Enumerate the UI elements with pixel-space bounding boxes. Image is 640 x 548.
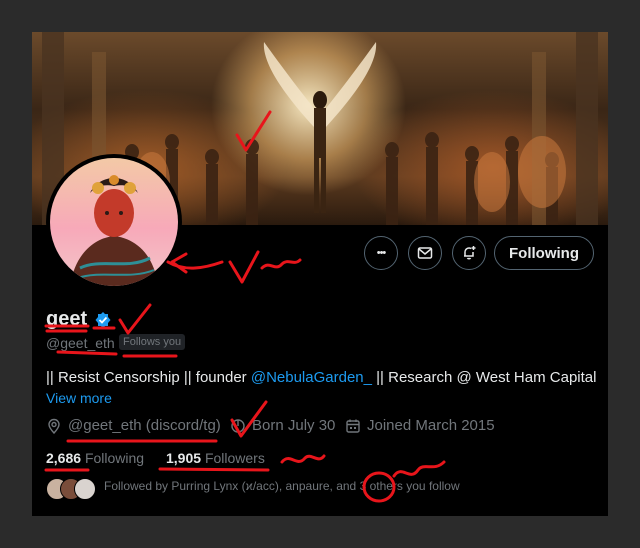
bio-text-suffix: || Research @ West Ham Capital	[371, 369, 597, 386]
bell-plus-icon	[464, 246, 476, 260]
followers-stat-link[interactable]: 1,905 Followers	[166, 450, 265, 466]
bio-mention-link[interactable]: @NebulaGarden_	[251, 369, 372, 386]
following-stat-link[interactable]: 2,686 Following	[46, 450, 144, 466]
joined-item: Joined March 2015	[345, 417, 495, 434]
notify-button[interactable]	[452, 236, 486, 270]
followed-by-link[interactable]: Followed by Purring Lynx (ϰ/acc), anpaur…	[104, 479, 460, 493]
following-count: 2,686	[46, 450, 82, 466]
birthday-item: Born July 30	[230, 417, 335, 434]
location-item: @geet_eth (discord/tg)	[46, 417, 221, 434]
more-icon: •••	[376, 247, 387, 259]
location-text: @geet_eth (discord/tg)	[68, 417, 221, 434]
follows-you-badge: Follows you	[119, 334, 186, 350]
bio: || Resist Censorship || founder @NebulaG…	[46, 369, 596, 386]
following-button[interactable]: Following	[494, 236, 594, 270]
mutual-avatar	[74, 478, 96, 500]
joined-text: Joined March 2015	[367, 417, 495, 434]
birthday-icon	[231, 418, 245, 433]
profile-card: ••• Following geet @geet_eth Follows you…	[32, 32, 608, 516]
mail-icon	[417, 247, 433, 259]
more-button[interactable]: •••	[364, 236, 398, 270]
message-button[interactable]	[408, 236, 442, 270]
verified-badge-icon	[95, 312, 111, 328]
calendar-icon	[346, 419, 360, 433]
avatar-image	[50, 158, 178, 286]
display-name: geet	[46, 308, 88, 330]
view-more-link[interactable]: View more	[46, 390, 112, 406]
followers-stat-label: Followers	[204, 450, 265, 466]
bio-text-prefix: || Resist Censorship || founder	[46, 369, 251, 386]
location-icon	[48, 418, 60, 434]
handle: @geet_eth	[46, 335, 115, 351]
birthday-text: Born July 30	[252, 417, 336, 434]
followers-count: 1,905	[166, 450, 202, 466]
profile-avatar[interactable]	[46, 154, 182, 290]
following-stat-label: Following	[84, 450, 145, 466]
